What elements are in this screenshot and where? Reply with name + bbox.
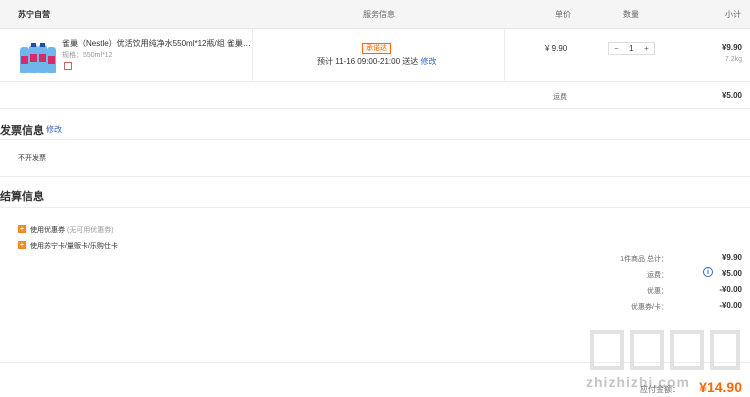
summary-coupon-label: 优惠券/卡： [631,304,668,311]
unit-price: ¥ 9.90 [545,44,568,53]
divider [0,207,750,208]
card-option[interactable]: 使用苏宁卡/量贩卡/乐购仕卡 [30,241,118,251]
settlement-section-title: 结算信息 [0,191,44,203]
product-weight: 7.2kg [724,56,742,63]
summary-items-label: 1件商品 总计： [620,256,668,263]
product-spec: 规格：550ml*12 [62,52,113,59]
col-service: 服务信息 [363,10,395,19]
divider [504,29,505,81]
line-subtotal: ¥9.90 [721,43,742,52]
summary-discount-value: -¥0.00 [719,285,742,294]
product-thumbnail[interactable] [18,39,58,73]
delivery-info: 预计 11-16 09:00-21:00 送达 修改 [317,56,436,67]
order-table-header: 苏宁自营 服务信息 单价 数量 小计 [0,0,750,29]
col-unit-price: 单价 [555,10,571,19]
invoice-value: 不开发票 [18,155,46,162]
summary-items-value: ¥9.90 [721,253,742,262]
coupon-note: (无可用优惠券) [66,227,114,234]
quantity-stepper: − 1 + [608,42,655,55]
expand-card-icon[interactable]: + [18,241,26,249]
decrease-button[interactable]: − [614,44,619,53]
summary-discount-label: 优惠： [647,288,668,295]
shipping-label: 运费 [553,94,567,101]
delivery-time: 预计 11-16 09:00-21:00 送达 [317,57,419,66]
total-label: 应付金额： [640,385,680,394]
promise-badge: 承诺达 [362,43,391,54]
col-quantity: 数量 [623,10,639,19]
divider [0,81,750,82]
total-amount: ¥14.90 [699,379,742,395]
shipping-value: ¥5.00 [721,91,742,100]
quantity-input[interactable]: 1 [629,44,633,53]
increase-button[interactable]: + [644,44,649,53]
summary-coupon-value: -¥0.00 [719,301,742,310]
divider [0,108,750,109]
summary-shipping-value: ¥5.00 [721,269,742,278]
product-title-link[interactable]: 雀巢（Nestle）优活饮用纯净水550ml*12瓶/组 雀巢… [62,38,252,49]
coupon-option[interactable]: 使用优惠券 (无可用优惠券) [30,225,114,235]
invoice-section-title: 发票信息 [0,125,44,137]
delivery-edit-link[interactable]: 修改 [420,57,436,66]
info-icon[interactable]: i [703,267,713,277]
col-subtotal: 小计 [725,10,741,19]
expand-coupon-icon[interactable]: + [18,225,26,233]
divider [0,176,750,177]
spec-icon [64,62,72,70]
invoice-edit-link[interactable]: 修改 [46,124,62,135]
coupon-label: 使用优惠券 [30,227,65,234]
divider [0,139,750,140]
summary-shipping-label: 运费： [647,272,668,279]
divider [252,29,253,81]
store-name: 苏宁自营 [18,10,50,19]
